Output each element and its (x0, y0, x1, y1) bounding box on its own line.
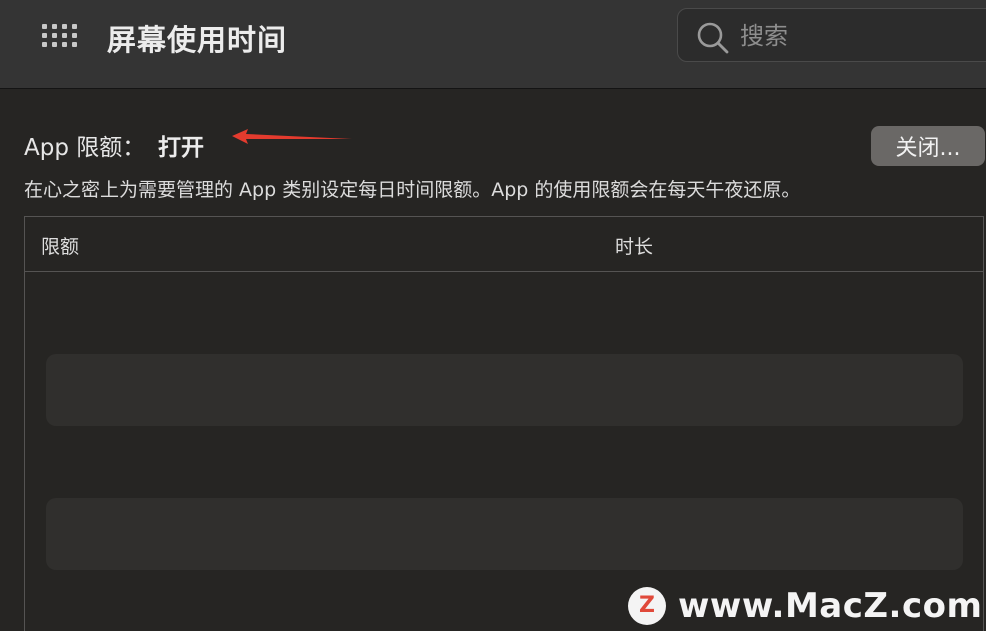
watermark-logo-letter: Z (639, 593, 655, 618)
watermark-text: www.MacZ.com (678, 586, 983, 626)
toolbar: 屏幕使用时间 (0, 0, 986, 89)
search-input[interactable] (738, 19, 982, 53)
grid-icon[interactable] (42, 24, 78, 48)
placeholder-row (46, 498, 963, 570)
column-header-limit[interactable]: 限额 (41, 232, 79, 259)
watermark: Z www.MacZ.com (628, 584, 982, 628)
app-limits-label: App 限额： (24, 135, 146, 161)
arrow-annotation-icon (232, 129, 352, 144)
placeholder-row (46, 354, 963, 426)
column-header-duration[interactable]: 时长 (615, 232, 653, 259)
watermark-logo-icon: Z (628, 587, 666, 625)
search-icon (697, 22, 729, 54)
limits-description: 在心之密上为需要管理的 App 类别设定每日时间限额。App 的使用限额会在每天… (24, 179, 801, 201)
search-box[interactable] (677, 8, 986, 62)
close-limits-button[interactable]: 关闭... (871, 126, 985, 166)
page-title: 屏幕使用时间 (107, 23, 288, 57)
limits-table: 限额 时长 (24, 216, 984, 631)
table-header: 限额 时长 (25, 217, 983, 272)
app-limits-status: 打开 (158, 135, 204, 161)
screen-time-window: 屏幕使用时间 App 限额： 打开 关闭... 在心之密上为需要管理的 App … (0, 0, 986, 631)
